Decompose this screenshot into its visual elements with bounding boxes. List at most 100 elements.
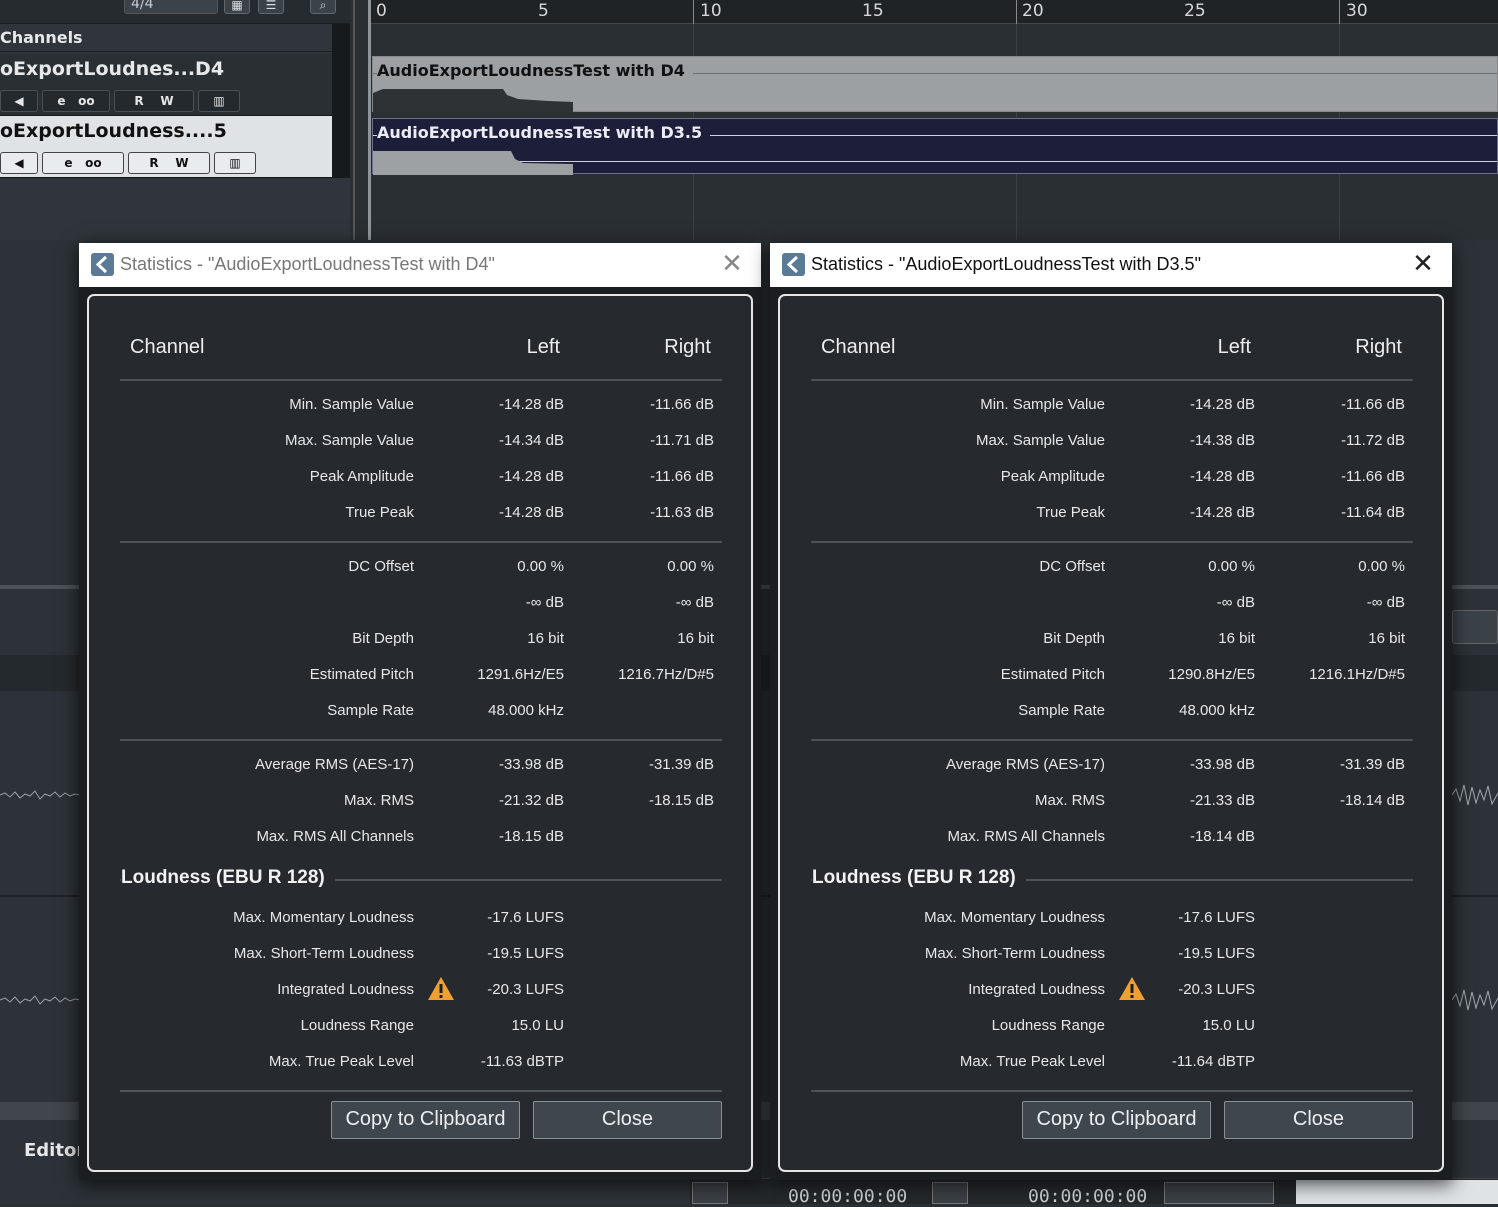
- column-header-channel: Channel: [821, 336, 896, 358]
- lane-icon[interactable]: ▥: [198, 90, 240, 112]
- search-icon[interactable]: ⌕: [310, 0, 336, 14]
- stat-label: Max. Sample Value: [285, 432, 414, 449]
- list-button[interactable]: ☰: [258, 0, 284, 14]
- warning-icon[interactable]: [427, 976, 455, 1001]
- waveform-right-1: [1452, 784, 1498, 806]
- ruler-label: 25: [1184, 1, 1206, 21]
- stat-value-left: -14.28 dB: [498, 396, 564, 413]
- dialog-titlebar[interactable]: Statistics - "AudioExportLoudnessTest wi…: [79, 243, 761, 287]
- editor-tab-label[interactable]: Editor: [24, 1140, 85, 1161]
- separator: [120, 739, 722, 741]
- ruler-label: 20: [1022, 1, 1044, 21]
- stat-value-left: 48.000 kHz: [1179, 702, 1255, 719]
- stat-label: DC Offset: [1039, 558, 1105, 575]
- stat-value-right: -∞ dB: [1366, 594, 1405, 611]
- lock-controls[interactable]: [1164, 1182, 1274, 1204]
- event-waveform: [373, 89, 573, 113]
- waveform-left-2: [0, 995, 80, 1005]
- stat-value-left: 48.000 kHz: [488, 702, 564, 719]
- stat-label: Max. RMS: [1034, 792, 1105, 809]
- locator-left-button[interactable]: [692, 1182, 728, 1204]
- stat-label: Min. Sample Value: [980, 396, 1105, 413]
- stat-value-right: -11.66 dB: [1341, 468, 1405, 485]
- transport-buttons[interactable]: [1296, 1180, 1498, 1204]
- stat-value-right: -31.39 dB: [648, 756, 714, 773]
- stat-value-left: -19.5 LUFS: [487, 945, 564, 962]
- stat-value-right: 1216.1Hz/D#5: [1309, 666, 1405, 683]
- close-icon[interactable]: ✕: [1408, 249, 1438, 279]
- edit-link-buttons[interactable]: e oo: [42, 152, 124, 174]
- event-waveform: [373, 151, 573, 175]
- channels-header: Channels: [0, 26, 350, 52]
- stat-value-right: -31.39 dB: [1339, 756, 1405, 773]
- stat-label: Peak Amplitude: [309, 468, 414, 485]
- copy-to-clipboard-button[interactable]: Copy to Clipboard: [1022, 1101, 1211, 1139]
- stat-value-right: 0.00 %: [667, 558, 714, 575]
- lane-icon[interactable]: ▥: [214, 152, 256, 174]
- stat-label: Max. RMS All Channels: [256, 828, 414, 845]
- close-icon[interactable]: ✕: [717, 249, 747, 279]
- stat-value-left: -19.5 LUFS: [1178, 945, 1255, 962]
- separator: [811, 379, 1413, 381]
- event-name: AudioExportLoudnessTest with D4: [377, 61, 693, 80]
- close-button[interactable]: Close: [533, 1101, 722, 1139]
- grid-button[interactable]: ▦: [224, 0, 250, 14]
- warning-icon[interactable]: [1118, 976, 1146, 1001]
- audio-event-d4[interactable]: AudioExportLoudnessTest with D4: [372, 56, 1498, 113]
- stat-label: Loudness Range: [991, 1017, 1105, 1034]
- stat-value-right: -18.14 dB: [1339, 792, 1405, 809]
- statistics-dialog-d4: Statistics - "AudioExportLoudnessTest wi…: [79, 243, 761, 1180]
- copy-to-clipboard-button[interactable]: Copy to Clipboard: [331, 1101, 520, 1139]
- track-row-d35[interactable]: oExportLoudness....5 ◀ e oo R W ▥: [0, 116, 332, 178]
- stat-value-right: -11.71 dB: [650, 432, 714, 449]
- read-write-buttons[interactable]: R W: [114, 90, 194, 112]
- stat-value-right: -11.66 dB: [1341, 396, 1405, 413]
- dialog-titlebar[interactable]: Statistics - "AudioExportLoudnessTest wi…: [770, 243, 1452, 287]
- stat-value-left: 16 bit: [1218, 630, 1255, 647]
- stat-label: Estimated Pitch: [1000, 666, 1105, 683]
- read-write-buttons[interactable]: R W: [128, 152, 210, 174]
- stat-value-left: -14.34 dB: [498, 432, 564, 449]
- stat-value-right: -11.66 dB: [650, 468, 714, 485]
- column-header-channel: Channel: [130, 336, 205, 358]
- column-header-left: Left: [1217, 336, 1251, 358]
- stat-value-left: -21.33 dB: [1189, 792, 1255, 809]
- stat-label: Estimated Pitch: [309, 666, 414, 683]
- track-list-splitter[interactable]: [332, 24, 350, 178]
- speaker-icon[interactable]: ◀: [0, 90, 38, 112]
- stat-value-left: 16 bit: [527, 630, 564, 647]
- stat-value-left: -18.15 dB: [498, 828, 564, 845]
- track-row-d4[interactable]: oExportLoudnes...D4 ◀ e oo R W ▥: [0, 54, 332, 116]
- stat-label: Min. Sample Value: [289, 396, 414, 413]
- stat-label: True Peak: [345, 504, 414, 521]
- stat-label: True Peak: [1036, 504, 1105, 521]
- track-name: oExportLoudnes...D4: [0, 58, 225, 80]
- ruler-bar-line: [693, 0, 694, 24]
- stat-value-left: -11.63 dBTP: [480, 1053, 564, 1070]
- stat-label: Bit Depth: [352, 630, 414, 647]
- track-list-toolbar: 4/4 ▦ ☰ ⌕: [0, 0, 350, 24]
- speaker-icon[interactable]: ◀: [0, 152, 38, 174]
- stat-value-right: -11.63 dB: [650, 504, 714, 521]
- separator: [120, 541, 722, 543]
- cubase-logo-icon: [91, 253, 114, 276]
- stat-value-left: -17.6 LUFS: [1178, 909, 1255, 926]
- close-button[interactable]: Close: [1224, 1101, 1413, 1139]
- waveform-right-2: [1452, 989, 1498, 1011]
- editor-nav-button[interactable]: [1452, 610, 1498, 644]
- stat-label: Integrated Loudness: [277, 981, 414, 998]
- stat-value-right: -∞ dB: [675, 594, 714, 611]
- time-signature[interactable]: 4/4: [124, 0, 218, 14]
- stat-value-right: 1216.7Hz/D#5: [618, 666, 714, 683]
- stat-label: Max. Short-Term Loudness: [233, 945, 414, 962]
- stat-value-left: -14.28 dB: [498, 468, 564, 485]
- project-cursor[interactable]: [368, 0, 371, 240]
- audio-event-d35[interactable]: AudioExportLoudnessTest with D3.5: [372, 118, 1498, 175]
- edit-link-buttons[interactable]: e oo: [42, 90, 110, 112]
- ruler-label: 10: [700, 1, 722, 21]
- stat-label: Max. Momentary Loudness: [233, 909, 414, 926]
- cubase-logo-icon: [782, 253, 805, 276]
- statistics-dialog-d35: Statistics - "AudioExportLoudnessTest wi…: [770, 243, 1452, 1180]
- locator-right-button[interactable]: [932, 1182, 968, 1204]
- timeline-ruler[interactable]: 0 5 10 15 20 25 30: [368, 0, 1498, 24]
